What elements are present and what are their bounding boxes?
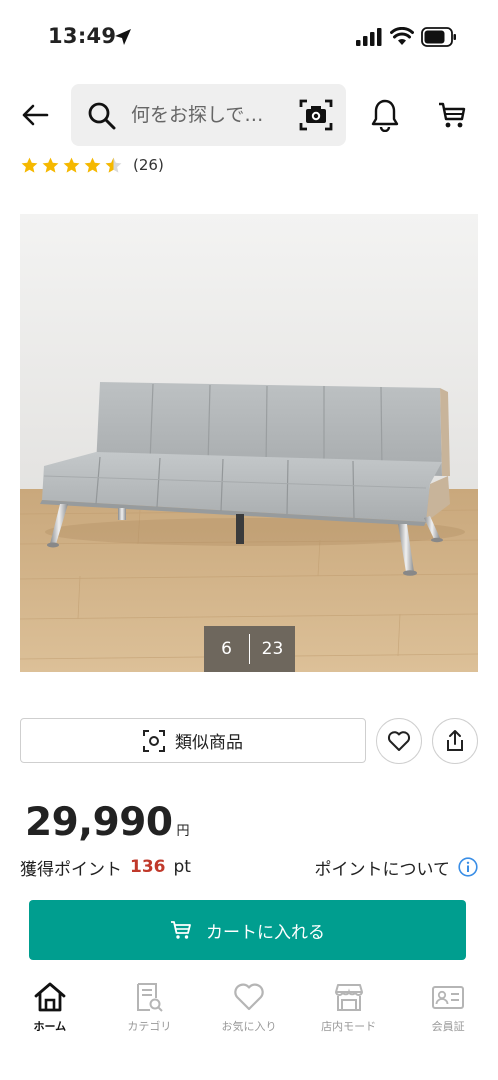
heart-icon <box>387 731 411 751</box>
battery-icon <box>421 27 456 47</box>
nav-item-store-mode[interactable]: 店内モード <box>299 978 399 1048</box>
cart-icon <box>171 921 191 939</box>
rating-stars <box>20 156 123 175</box>
add-to-cart-label: カートに入れる <box>206 922 325 943</box>
cart-icon[interactable] <box>437 100 467 130</box>
search-bar[interactable] <box>71 84 346 146</box>
star-half-icon <box>105 157 122 173</box>
sofa-bed-photo <box>20 214 478 672</box>
member-card-icon <box>432 986 465 1009</box>
favorite-button[interactable] <box>376 718 422 764</box>
add-to-cart-button[interactable]: カートに入れる <box>29 900 466 960</box>
notification-bell-icon[interactable] <box>370 98 400 132</box>
top-header <box>0 84 498 146</box>
nav-item-category[interactable]: カテゴリ <box>100 978 200 1048</box>
info-icon <box>458 857 478 877</box>
cellular-signal-icon <box>356 28 382 46</box>
home-icon <box>34 982 66 1012</box>
nav-item-member-card[interactable]: 会員証 <box>398 978 498 1048</box>
image-counter: 6 23 <box>204 626 295 672</box>
share-icon <box>447 730 463 751</box>
category-icon <box>137 983 164 1012</box>
points-info-label: ポイントについて <box>314 859 451 880</box>
star-full-icon <box>63 157 80 173</box>
back-button[interactable] <box>18 98 52 132</box>
image-counter-total: 23 <box>261 639 284 659</box>
points-row: 獲得ポイント 136 pt ポイントについて <box>20 854 478 880</box>
status-time: 13:49 <box>48 24 117 48</box>
visual-search-icon <box>143 729 165 752</box>
nav-item-home[interactable]: ホーム <box>0 978 100 1048</box>
product-rating[interactable]: (26) <box>20 152 164 178</box>
star-full-icon <box>42 157 59 173</box>
back-arrow-icon <box>22 104 49 126</box>
price-value: 29,990 <box>25 800 173 845</box>
similar-products-button[interactable]: 類似商品 <box>20 718 366 763</box>
points-value: 136 <box>130 857 166 877</box>
nav-label-home: ホーム <box>33 1020 67 1033</box>
bottom-navigation: ホーム カテゴリ お気に入り 店内モード 会員証 <box>0 978 498 1048</box>
similar-products-label: 類似商品 <box>175 733 243 753</box>
points-unit: pt <box>173 857 191 877</box>
price-unit: 円 <box>176 824 190 839</box>
points-label: 獲得ポイント <box>20 859 122 880</box>
product-image-carousel[interactable]: 6 23 <box>20 214 478 672</box>
location-arrow-icon <box>115 29 131 45</box>
star-full-icon <box>21 157 38 173</box>
wifi-icon <box>390 27 414 45</box>
store-icon <box>334 984 363 1011</box>
star-full-icon <box>84 157 101 173</box>
nav-label-category: カテゴリ <box>127 1020 172 1033</box>
review-count: (26) <box>133 156 164 174</box>
image-counter-current: 6 <box>221 639 232 659</box>
share-button[interactable] <box>432 718 478 764</box>
points-info-link[interactable]: ポイントについて <box>315 855 479 880</box>
camera-search-icon[interactable] <box>299 98 333 132</box>
nav-label-member-card: 会員証 <box>431 1020 465 1033</box>
product-price: 29,990 円 <box>25 800 190 845</box>
heart-icon <box>234 983 264 1011</box>
search-input[interactable] <box>131 102 281 128</box>
nav-label-favorites: お気に入り <box>221 1020 277 1033</box>
status-bar: 13:49 <box>0 0 498 76</box>
nav-item-favorites[interactable]: お気に入り <box>199 978 299 1048</box>
nav-label-store-mode: 店内モード <box>321 1020 377 1033</box>
search-icon <box>88 102 116 130</box>
